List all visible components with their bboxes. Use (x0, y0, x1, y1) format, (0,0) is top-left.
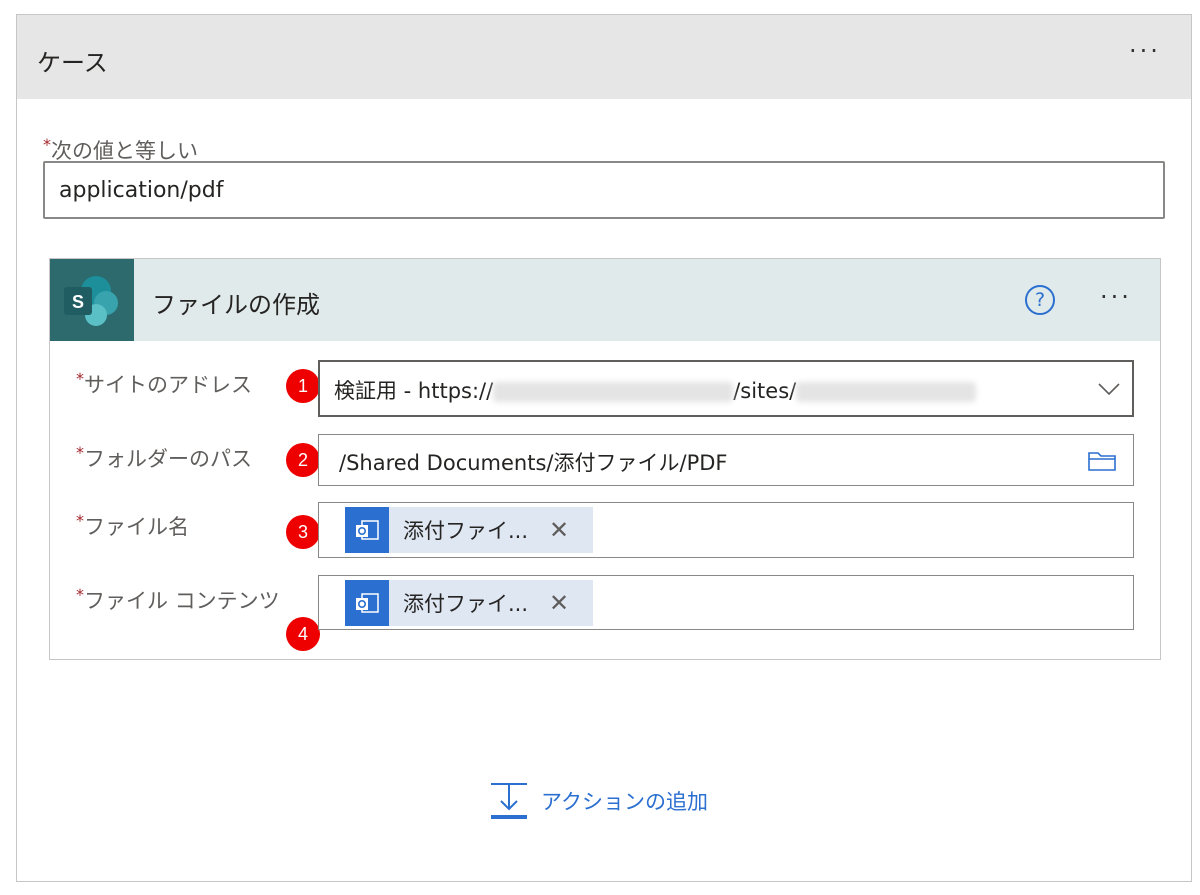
equals-input[interactable]: application/pdf (43, 161, 1165, 219)
action-more-button[interactable]: ··· (1100, 283, 1132, 311)
folder-path-value: /Shared Documents/添付ファイル/PDF (339, 451, 728, 475)
token-label: 添付ファイ... (403, 519, 529, 543)
site-address-mid: /sites/ (733, 379, 797, 403)
file-content-label: *ファイル コンテンツ (76, 585, 280, 613)
attachment-token[interactable]: 添付ファイ... ✕ (345, 580, 593, 626)
site-address-prefix: 検証用 - https:// (334, 379, 494, 403)
file-name-label: *ファイル名 (76, 511, 189, 539)
folder-path-input[interactable]: /Shared Documents/添付ファイル/PDF (318, 434, 1134, 486)
create-file-action: S ファイルの作成 ? ··· *サイトのアドレス 1 検証用 - https:… (49, 258, 1161, 660)
site-address-dropdown[interactable]: 検証用 - https:// /sites/ (318, 360, 1134, 417)
badge-4: 4 (286, 617, 320, 651)
add-action-label: アクションの追加 (541, 790, 708, 814)
badge-3: 3 (286, 515, 320, 549)
help-icon[interactable]: ? (1025, 285, 1055, 315)
svg-text:S: S (72, 292, 84, 312)
outlook-icon (345, 507, 389, 553)
outlook-icon (345, 580, 389, 626)
remove-token-icon[interactable]: ✕ (549, 516, 569, 544)
case-card: ケース ··· *次の値と等しい application/pdf S ファイルの… (16, 14, 1192, 882)
token-label: 添付ファイ... (403, 592, 529, 616)
blurred-host (493, 382, 734, 402)
badge-2: 2 (286, 443, 320, 477)
attachment-token[interactable]: 添付ファイ... ✕ (345, 507, 593, 553)
case-more-button[interactable]: ··· (1129, 37, 1161, 65)
action-header[interactable]: S ファイルの作成 ? ··· (50, 259, 1160, 341)
badge-1: 1 (286, 369, 320, 403)
folder-path-label: *フォルダーのパス (76, 443, 252, 471)
action-title: ファイルの作成 (152, 291, 320, 319)
sharepoint-icon: S (50, 259, 134, 341)
add-action-button[interactable]: アクションの追加 (489, 781, 708, 821)
site-address-label: *サイトのアドレス (76, 369, 252, 397)
folder-icon[interactable] (1087, 448, 1117, 472)
case-header: ケース ··· (17, 15, 1191, 99)
remove-token-icon[interactable]: ✕ (549, 589, 569, 617)
chevron-down-icon (1098, 383, 1120, 396)
blurred-site (796, 382, 977, 402)
file-content-input[interactable]: 添付ファイ... ✕ (318, 575, 1134, 630)
case-title: ケース (37, 49, 108, 77)
add-action-icon (491, 783, 527, 819)
file-name-input[interactable]: 添付ファイ... ✕ (318, 502, 1134, 558)
